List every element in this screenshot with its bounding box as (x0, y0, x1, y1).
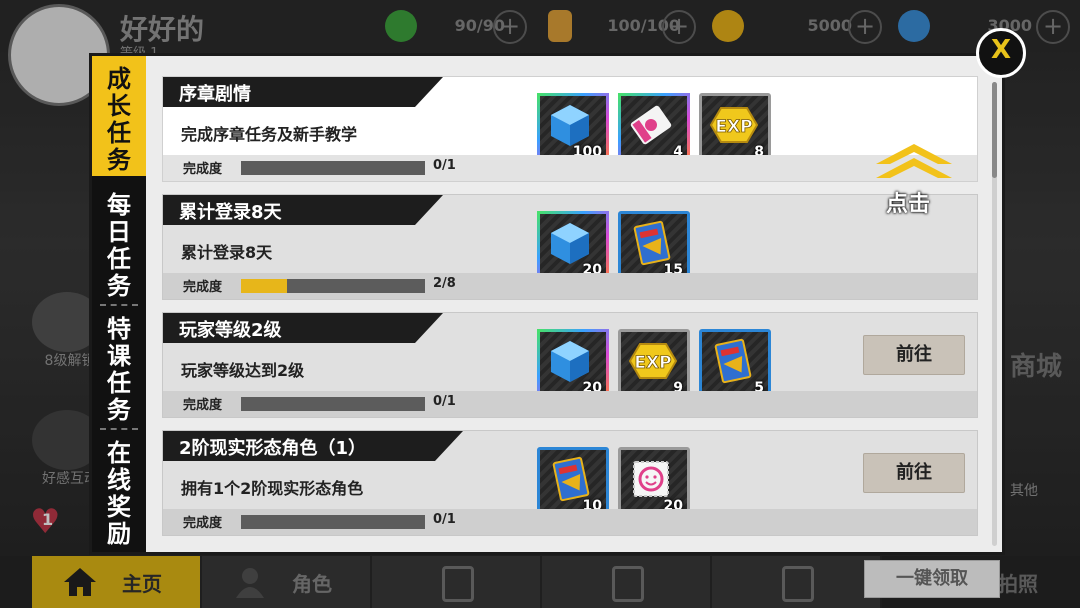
tab-online-label: 在线奖励 (107, 439, 131, 548)
task-card: 玩家等级2级 玩家等级达到2级 20 EXP 9 5 前往 完成度 0/1 (162, 312, 978, 418)
task-title: 2阶现实形态角色（1） (179, 438, 367, 459)
tap-hint: 点击 (886, 192, 931, 217)
progress-value: 0/1 (433, 512, 456, 527)
progress-label: 完成度 (183, 516, 223, 531)
blue-cube-icon (551, 223, 589, 264)
task-title: 序章剧情 (179, 84, 251, 105)
task-title: 玩家等级2级 (179, 320, 282, 341)
close-icon: X (990, 35, 1012, 65)
tab-growth-tasks[interactable]: 成长任务 (92, 56, 146, 176)
progress-label: 完成度 (183, 280, 223, 295)
task-title-bar: 累计登录8天 (163, 195, 443, 225)
pink-ticket-icon (630, 105, 672, 145)
scrollbar-thumb[interactable] (992, 82, 997, 178)
task-description: 完成序章任务及新手教学 (181, 125, 358, 144)
progress-row: 完成度 0/1 (163, 509, 977, 535)
close-button[interactable]: X (976, 28, 1026, 78)
progress-bar (241, 515, 425, 529)
blue-card-icon (714, 338, 752, 384)
goto-button[interactable]: 前往 (863, 453, 965, 493)
up-arrow-icon (876, 144, 952, 178)
tab-daily-tasks[interactable]: 每日任务 (92, 182, 146, 302)
progress-value: 0/1 (433, 394, 456, 409)
task-title-bar: 2阶现实形态角色（1） (163, 431, 463, 461)
progress-row: 完成度 0/1 (163, 391, 977, 417)
blue-card-icon (633, 220, 671, 266)
task-card: 累计登录8天 累计登录8天 20 15 完成度 2/8 (162, 194, 978, 300)
progress-label: 完成度 (183, 398, 223, 413)
progress-value: 0/1 (433, 158, 456, 173)
exp-hexagon-icon: EXP (709, 107, 759, 143)
svg-text:EXP: EXP (715, 117, 752, 137)
progress-bar (241, 397, 425, 411)
svg-text:EXP: EXP (634, 353, 671, 373)
progress-fill (241, 279, 287, 293)
goto-button[interactable]: 前往 (863, 335, 965, 375)
task-description: 拥有1个2阶现实形态角色 (181, 479, 364, 498)
progress-row: 完成度 0/1 (163, 155, 977, 181)
blue-cube-icon (551, 105, 589, 146)
smile-stamp-icon (633, 461, 669, 497)
task-description: 累计登录8天 (181, 243, 273, 262)
blue-cube-icon (551, 341, 589, 382)
task-card: 2阶现实形态角色（1） 拥有1个2阶现实形态角色 10 20 前往 完成度 0/… (162, 430, 978, 536)
progress-value: 2/8 (433, 276, 456, 291)
task-description: 玩家等级达到2级 (181, 361, 305, 380)
task-title: 累计登录8天 (179, 202, 282, 223)
progress-bar (241, 279, 425, 293)
tab-daily-label: 每日任务 (107, 191, 131, 300)
tab-special-tasks[interactable]: 特课任务 (92, 306, 146, 426)
task-card: 序章剧情 完成序章任务及新手教学 100 4 EXP 8 完成度 0/1 (162, 76, 978, 182)
task-title-bar: 玩家等级2级 (163, 313, 443, 343)
claim-all-button[interactable]: 一键领取 (864, 560, 1000, 598)
tab-growth-label: 成长任务 (107, 65, 131, 174)
progress-bar (241, 161, 425, 175)
exp-hexagon-icon: EXP (628, 343, 678, 379)
progress-label: 完成度 (183, 162, 223, 177)
progress-row: 完成度 2/8 (163, 273, 977, 299)
tab-online-rewards[interactable]: 在线奖励 (92, 430, 146, 550)
blue-card-icon (552, 456, 590, 502)
tab-special-label: 特课任务 (107, 315, 131, 424)
task-title-bar: 序章剧情 (163, 77, 443, 107)
